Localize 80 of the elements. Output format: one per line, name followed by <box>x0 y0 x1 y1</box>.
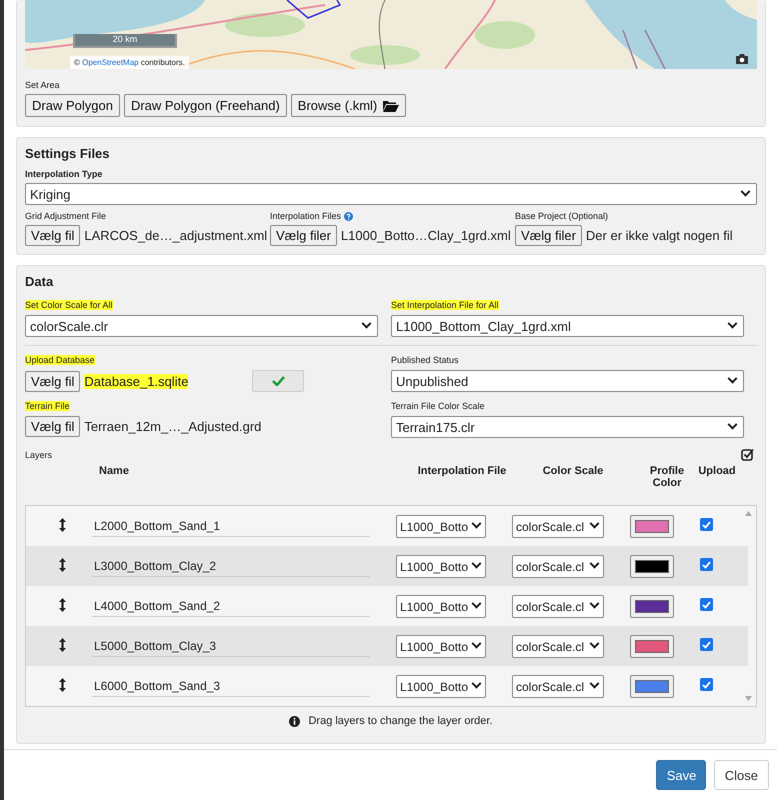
help-icon[interactable] <box>344 212 354 220</box>
choose-file-button[interactable]: Vælg fil <box>25 370 80 392</box>
interpolation-file-select[interactable]: L1000_Botto <box>396 635 486 658</box>
area-button[interactable]: Browse (.kml) <box>290 94 406 117</box>
color-picker[interactable] <box>630 635 674 658</box>
file-name: L1000_Botto…Clay_1grd.xml <box>340 228 511 243</box>
terrain-color-scale-select[interactable]: Terrain175.clr <box>391 416 744 438</box>
column-header: Profile Color <box>648 465 686 489</box>
color-scale-select[interactable]: colorScale.cl <box>512 515 604 538</box>
choose-file-button[interactable]: Vælg filer <box>515 225 582 246</box>
upload-checkbox[interactable] <box>700 638 713 651</box>
layer-name-field[interactable]: L5000_Bottom_Clay_3 <box>92 635 370 657</box>
field-label: Published Status <box>391 355 459 365</box>
drag-handle-icon[interactable] <box>59 558 66 572</box>
color-picker[interactable] <box>630 675 674 698</box>
section-title: Data <box>25 274 54 289</box>
choose-file-button[interactable]: Vælg fil <box>25 225 80 246</box>
upload-checkbox[interactable] <box>700 678 713 691</box>
map-attribution: © OpenStreetMap contributors. <box>70 56 189 69</box>
area-button[interactable]: Draw Polygon (Freehand) <box>124 94 287 117</box>
area-button[interactable]: Draw Polygon <box>25 94 120 117</box>
file-name: Terraen_12m_…_Adjusted.grd <box>84 419 262 434</box>
color-scale-select[interactable]: colorScale.clr <box>25 315 378 337</box>
interpolation-file-select[interactable]: L1000_Botto <box>396 675 486 698</box>
section-title: Settings Files <box>25 146 111 161</box>
field-label: Terrain File <box>25 401 70 411</box>
drag-handle-icon[interactable] <box>59 518 66 532</box>
openstreetmap-link[interactable]: OpenStreetMap <box>82 58 139 67</box>
layer-name-field[interactable]: L6000_Bottom_Sand_3 <box>92 675 370 697</box>
interpolation-file-select[interactable]: L1000_Botto <box>396 555 486 578</box>
interpolation-file-select[interactable]: L1000_Botto <box>396 515 486 538</box>
drag-handle-icon[interactable] <box>59 678 66 692</box>
set-area-label: Set Area <box>25 80 60 90</box>
camera-button[interactable] <box>735 53 749 65</box>
info-icon <box>289 716 300 726</box>
layer-name-field[interactable]: L4000_Bottom_Sand_2 <box>92 595 370 617</box>
field-label: Terrain File Color Scale <box>391 401 485 411</box>
hint-text: Drag layers to change the layer order. <box>308 715 493 727</box>
field-label: Base Project (Optional) <box>515 211 608 221</box>
layers-label: Layers <box>25 450 52 460</box>
scale-bar: 20 km <box>73 34 177 48</box>
select-all-icon[interactable] <box>741 448 754 461</box>
field-label: Grid Adjustment File <box>25 211 106 221</box>
interpolation-file-select[interactable]: L1000_Botto <box>396 595 486 618</box>
check-icon <box>272 376 285 386</box>
drag-handle-icon[interactable] <box>59 638 66 652</box>
drag-handle-icon[interactable] <box>59 598 66 612</box>
layer-name-field[interactable]: L3000_Bottom_Clay_2 <box>92 555 370 577</box>
upload-checkbox[interactable] <box>700 598 713 611</box>
field-label: Interpolation Type <box>25 169 102 179</box>
folder-icon <box>383 100 400 112</box>
choose-file-button[interactable]: Vælg filer <box>270 225 337 246</box>
color-scale-select[interactable]: colorScale.cl <box>512 675 604 698</box>
upload-checkbox[interactable] <box>700 558 713 571</box>
field-label: Upload Database <box>25 355 95 365</box>
field-label: Interpolation Files <box>270 211 342 221</box>
layer-name-field[interactable]: L2000_Bottom_Sand_1 <box>92 515 370 537</box>
column-header: Upload <box>697 465 737 477</box>
confirm-button[interactable] <box>252 370 304 392</box>
field-label: Set Interpolation File for All <box>391 300 499 310</box>
color-picker[interactable] <box>630 555 674 578</box>
file-name: Database_1.sqlite <box>84 374 188 388</box>
interpolation-file-select[interactable]: L1000_Bottom_Clay_1grd.xml <box>391 315 744 337</box>
upload-checkbox[interactable] <box>700 518 713 531</box>
file-name: LARCOS_de…_adjustment.xml <box>84 228 268 243</box>
color-picker[interactable] <box>630 515 674 538</box>
footer-button[interactable]: Close <box>714 760 769 790</box>
interpolation-type-select[interactable]: Kriging <box>25 183 757 205</box>
column-header: Name <box>99 465 130 477</box>
choose-file-button[interactable]: Vælg fil <box>25 416 80 437</box>
column-header: Color Scale <box>542 465 604 477</box>
color-scale-select[interactable]: colorScale.cl <box>512 595 604 618</box>
color-scale-select[interactable]: colorScale.cl <box>512 635 604 658</box>
field-label: Set Color Scale for All <box>25 300 113 310</box>
footer-button[interactable]: Save <box>656 760 706 790</box>
color-picker[interactable] <box>630 595 674 618</box>
column-header: Interpolation File <box>416 465 508 477</box>
color-scale-select[interactable]: colorScale.cl <box>512 555 604 578</box>
published-status-select[interactable]: Unpublished <box>391 370 744 392</box>
file-name: Der er ikke valgt nogen fil <box>586 228 733 243</box>
